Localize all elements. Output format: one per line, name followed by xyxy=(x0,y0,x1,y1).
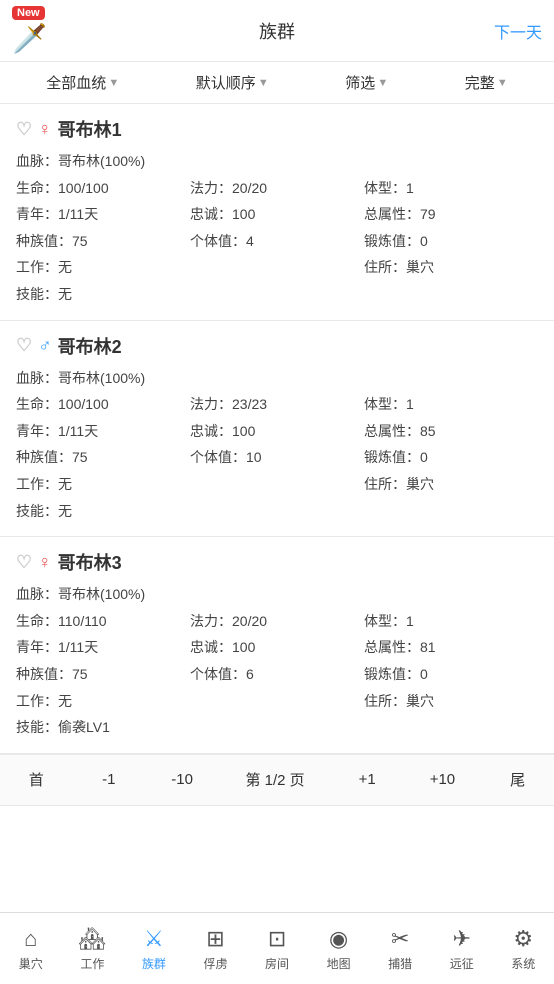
heart-icon-0: ♡ xyxy=(16,119,32,140)
expedition-icon: ✈ xyxy=(453,926,471,952)
card-title-1: ♡ ♂ 哥布林2 xyxy=(16,333,538,359)
creature-name-1: 哥布林2 xyxy=(58,333,122,359)
header: New 🗡️ 族群 下一天 xyxy=(0,0,554,62)
next10-button[interactable]: +10 xyxy=(422,767,463,792)
first-page-button[interactable]: 首 xyxy=(18,765,54,794)
card-title-0: ♡ ♀ 哥布林1 xyxy=(16,116,538,142)
card-stats-2: 血脉：哥布林(100%) 生命：110/110 青年：1/11天 种族值：75 … xyxy=(16,581,538,741)
hunt-icon: ✂ xyxy=(391,926,409,952)
bloodline-filter-arrow: ▼ xyxy=(108,77,119,89)
captive-label: 俘虏 xyxy=(203,955,227,972)
creature-card-0[interactable]: ♡ ♀ 哥布林1 血脉：哥布林(100%) 生命：100/100 青年：1/11… xyxy=(0,104,554,321)
tribe-label: 族群 xyxy=(142,955,166,972)
bloodline-label-0: 血脉： xyxy=(16,153,58,169)
bloodline-filter-label: 全部血统 xyxy=(46,72,106,93)
nav-map[interactable]: ◉ 地图 xyxy=(308,926,370,972)
tribe-icon: ⚔ xyxy=(144,926,164,952)
cards-area: ♡ ♀ 哥布林1 血脉：哥布林(100%) 生命：100/100 青年：1/11… xyxy=(0,104,554,754)
work-label: 工作 xyxy=(80,955,104,972)
nav-room[interactable]: ⊡ 房间 xyxy=(246,926,308,972)
prev10-button[interactable]: -10 xyxy=(163,767,201,792)
order-filter-arrow: ▼ xyxy=(258,77,269,89)
prev1-button[interactable]: -1 xyxy=(91,767,127,792)
nest-label: 巢穴 xyxy=(19,955,43,972)
logo: New 🗡️ xyxy=(12,6,62,56)
map-label: 地图 xyxy=(327,955,351,972)
gender-icon-2: ♀ xyxy=(38,552,52,573)
nav-expedition[interactable]: ✈ 远征 xyxy=(431,926,493,972)
room-label: 房间 xyxy=(265,955,289,972)
pagination: 首 -1 -10 第 1/2 页 +1 +10 尾 xyxy=(0,754,554,806)
system-icon: ⚙ xyxy=(513,926,533,952)
gender-icon-1: ♂ xyxy=(38,335,52,356)
bloodline-val-0: 哥布林(100%) xyxy=(58,153,145,169)
card-stats-1: 血脉：哥布林(100%) 生命：100/100 青年：1/11天 种族值：75 … xyxy=(16,365,538,525)
screen-filter-label: 筛选 xyxy=(345,72,375,93)
page-info: 第 1/2 页 xyxy=(237,769,312,790)
bloodline-filter[interactable]: 全部血统 ▼ xyxy=(46,72,119,93)
work-icon: 🏘 xyxy=(78,926,106,952)
creature-name-0: 哥布林1 xyxy=(58,116,122,142)
nav-captive[interactable]: ⊞ 俘虏 xyxy=(185,926,247,972)
nav-tribe[interactable]: ⚔ 族群 xyxy=(123,926,185,972)
nav-hunt[interactable]: ✂ 捕猎 xyxy=(369,926,431,972)
creature-card-1[interactable]: ♡ ♂ 哥布林2 血脉：哥布林(100%) 生命：100/100 青年：1/11… xyxy=(0,321,554,538)
new-badge: New xyxy=(12,6,45,20)
nest-icon: ⌂ xyxy=(24,926,37,952)
nav-work[interactable]: 🏘 工作 xyxy=(62,926,124,972)
map-icon: ◉ xyxy=(329,926,348,952)
heart-icon-2: ♡ xyxy=(16,552,32,573)
complete-filter-label: 完整 xyxy=(465,72,495,93)
heart-icon-1: ♡ xyxy=(16,335,32,356)
card-title-2: ♡ ♀ 哥布林3 xyxy=(16,549,538,575)
creature-card-2[interactable]: ♡ ♀ 哥布林3 血脉：哥布林(100%) 生命：110/110 青年：1/11… xyxy=(0,537,554,754)
page-title: 族群 xyxy=(259,18,295,44)
screen-filter-arrow: ▼ xyxy=(377,77,388,89)
last-page-button[interactable]: 尾 xyxy=(500,765,536,794)
order-filter-label: 默认顺序 xyxy=(196,72,256,93)
gender-icon-0: ♀ xyxy=(38,119,52,140)
nav-system[interactable]: ⚙ 系统 xyxy=(493,926,554,972)
hunt-label: 捕猎 xyxy=(388,955,412,972)
system-label: 系统 xyxy=(511,955,535,972)
screen-filter[interactable]: 筛选 ▼ xyxy=(345,72,388,93)
captive-icon: ⊞ xyxy=(206,926,224,952)
next1-button[interactable]: +1 xyxy=(349,767,385,792)
room-icon: ⊡ xyxy=(268,926,286,952)
creature-name-2: 哥布林3 xyxy=(58,549,122,575)
next-day-button[interactable]: 下一天 xyxy=(494,19,542,43)
card-stats-0: 血脉：哥布林(100%) 生命：100/100 青年：1/11天 种族值：75 … xyxy=(16,148,538,308)
bottom-nav: ⌂ 巢穴 🏘 工作 ⚔ 族群 ⊞ 俘虏 ⊡ 房间 ◉ 地图 ✂ 捕猎 ✈ 远征 … xyxy=(0,912,554,984)
app-icon: 🗡️ xyxy=(12,22,62,55)
order-filter[interactable]: 默认顺序 ▼ xyxy=(196,72,269,93)
complete-filter-arrow: ▼ xyxy=(497,77,508,89)
filter-bar: 全部血统 ▼ 默认顺序 ▼ 筛选 ▼ 完整 ▼ xyxy=(0,62,554,104)
expedition-label: 远征 xyxy=(450,955,474,972)
nav-nest[interactable]: ⌂ 巢穴 xyxy=(0,926,62,972)
complete-filter[interactable]: 完整 ▼ xyxy=(465,72,508,93)
